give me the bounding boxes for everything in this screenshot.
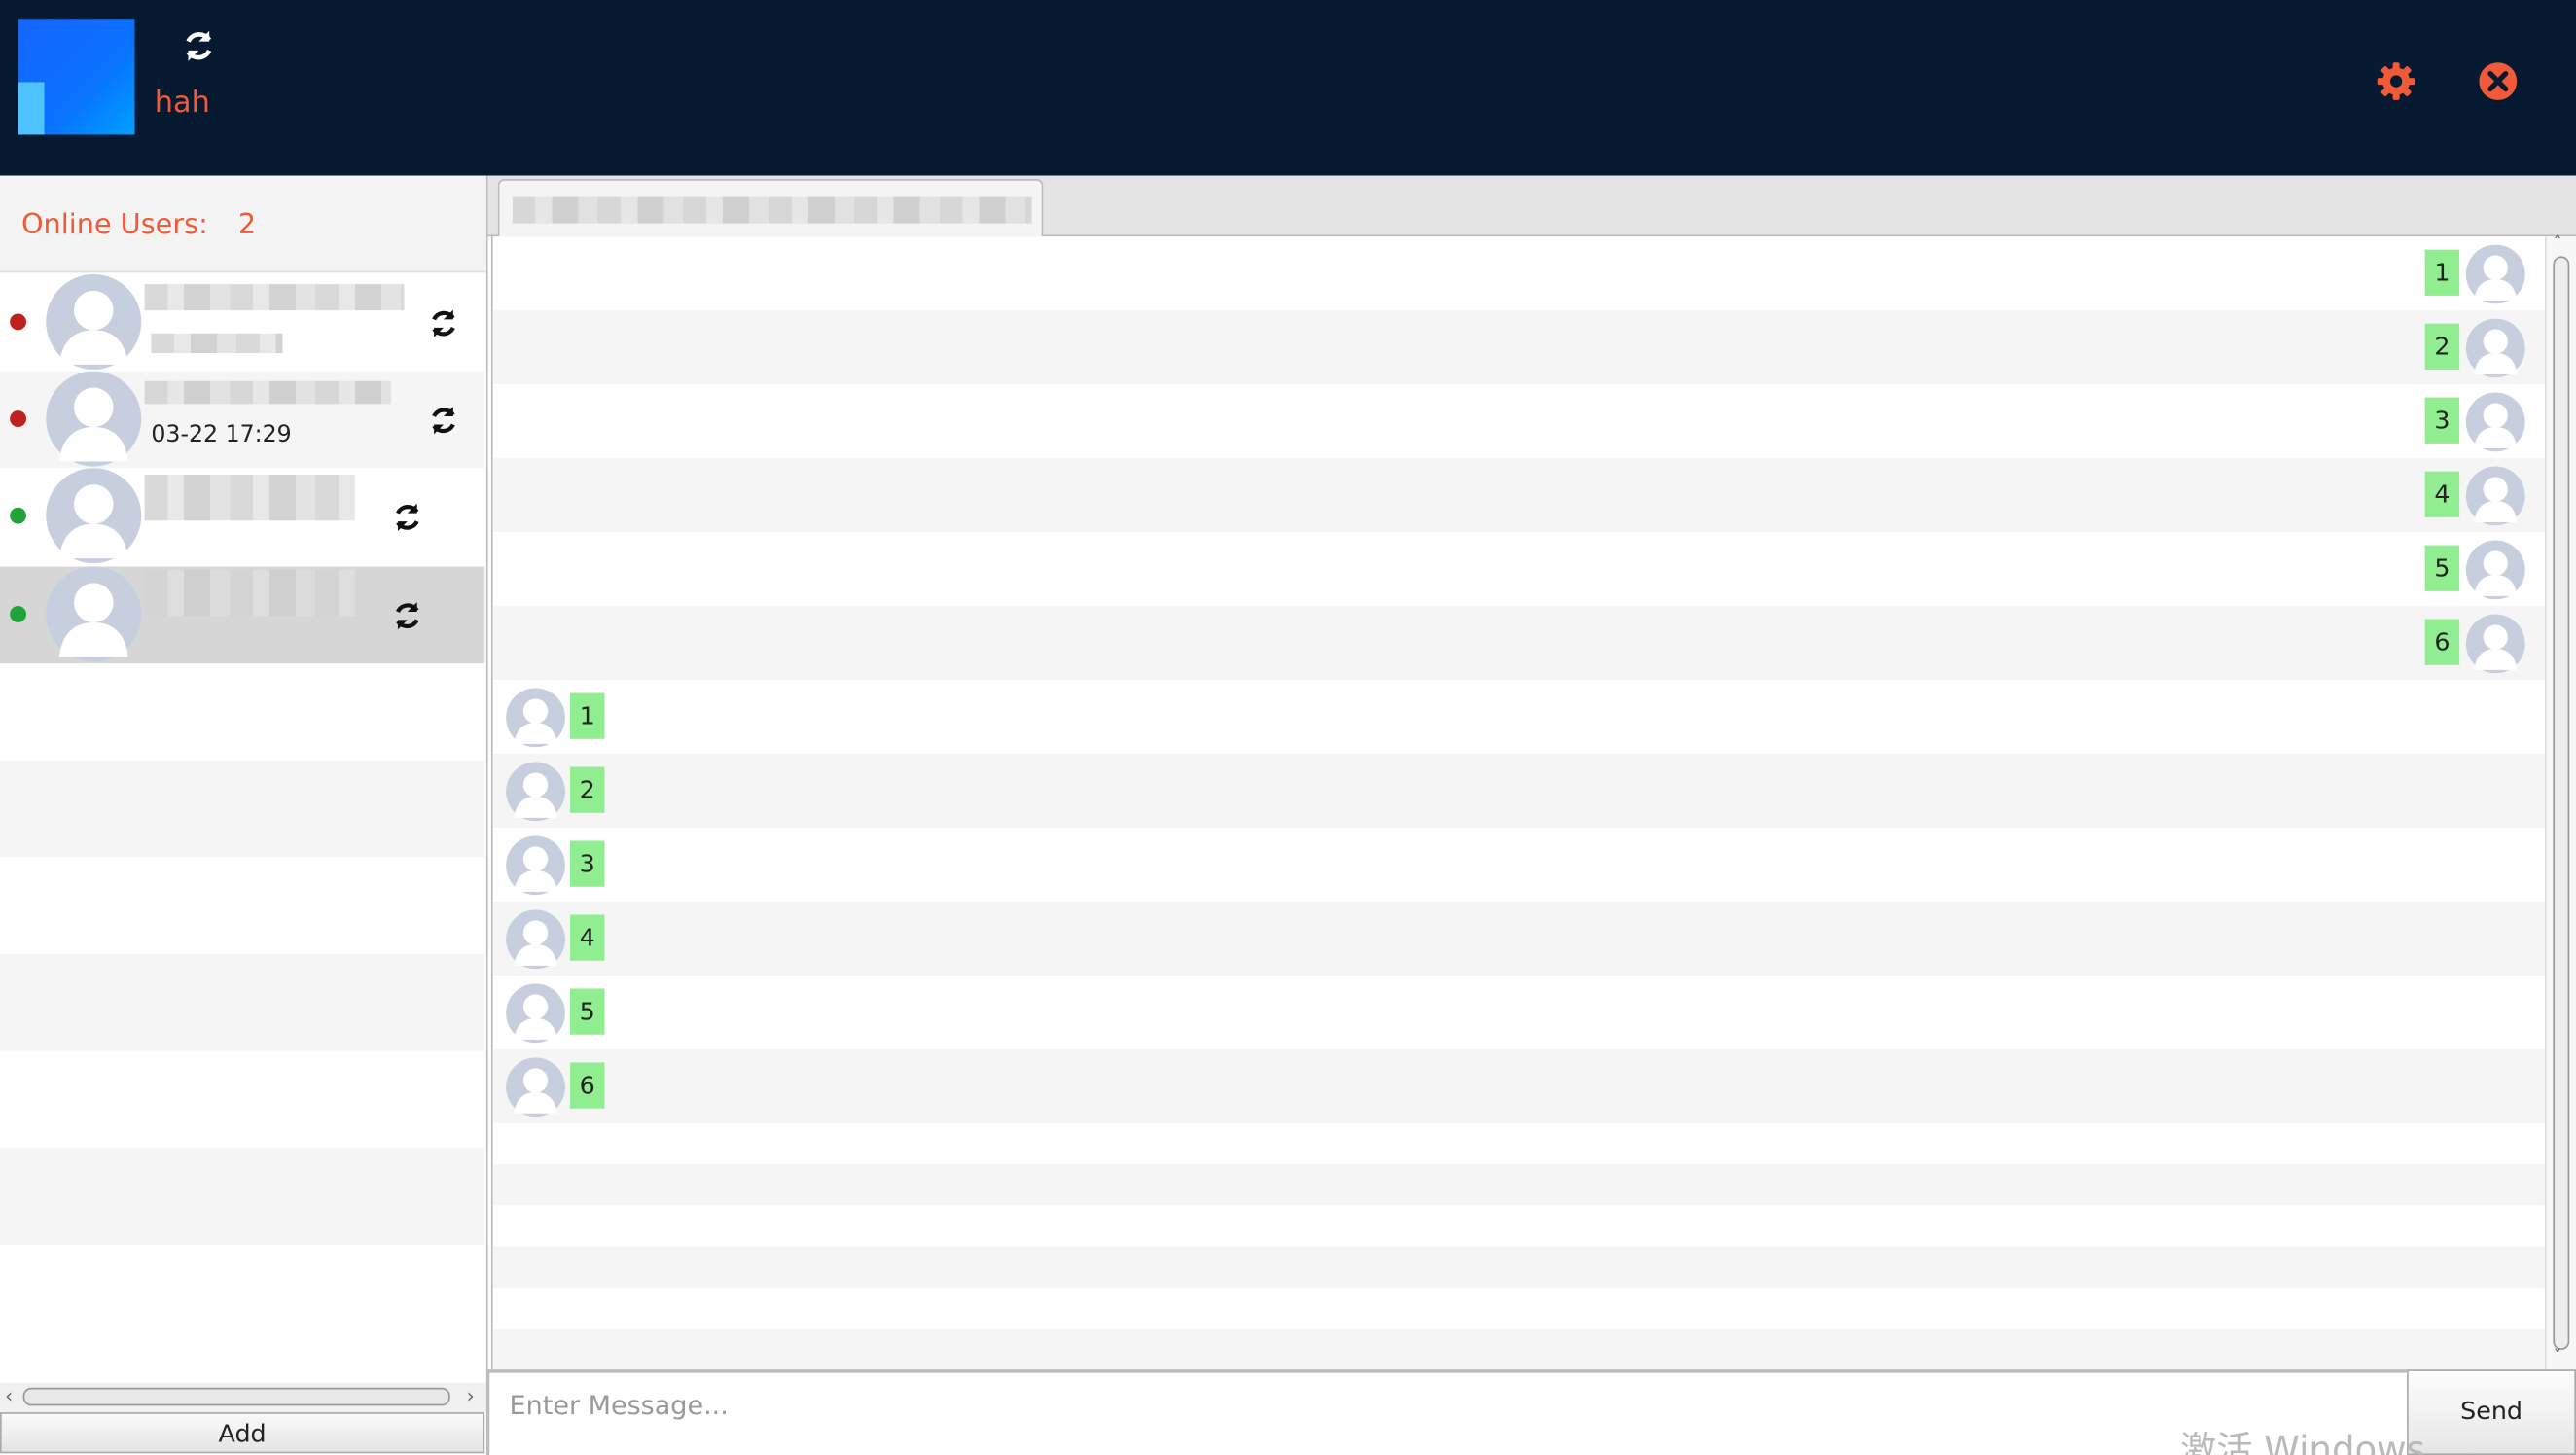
app-window: hah Online Users: 2 03-22 17:29 ‹ › Add … [0, 0, 2576, 1455]
sender-avatar-icon [2465, 614, 2525, 674]
message-input[interactable] [506, 1384, 2386, 1424]
online-status-dot [10, 606, 27, 622]
message-bubble: 2 [2424, 323, 2460, 370]
contact-avatar-icon [506, 983, 565, 1044]
user-last-seen: 03-22 17:29 [151, 421, 292, 448]
vertical-scrollbar[interactable]: ˆ ˇ [2544, 233, 2576, 1370]
sent-message: 6 [493, 606, 2547, 680]
send-button[interactable]: Send [2407, 1369, 2576, 1455]
user-avatar-icon [46, 468, 142, 564]
sender-avatar-icon [2465, 466, 2525, 526]
sender-avatar-icon [2465, 540, 2525, 600]
refresh-icon[interactable] [391, 501, 424, 534]
message-input-area [487, 1369, 2409, 1455]
list-stripe [0, 1148, 485, 1245]
received-message: 6 [493, 1049, 2547, 1123]
message-bubble: 1 [2424, 249, 2460, 296]
contact-avatar-icon [506, 688, 565, 748]
scrollbar-thumb[interactable] [2553, 256, 2570, 1350]
contact-avatar-icon [506, 909, 565, 970]
message-bubble: 6 [2424, 619, 2460, 665]
user-list-item[interactable]: 03-22 17:29 [0, 371, 485, 469]
online-users-bar: Online Users: 2 [0, 175, 486, 273]
user-avatar-icon [46, 273, 142, 370]
windows-activation-watermark: 激活 Windows [2180, 1430, 2426, 1455]
blurred-tab-title [512, 196, 1032, 224]
scroll-left-icon[interactable]: ‹ [5, 1384, 13, 1407]
horizontal-scrollbar[interactable]: ‹ › [0, 1382, 486, 1413]
online-status-dot [10, 507, 27, 524]
received-message: 1 [493, 680, 2547, 754]
sender-avatar-icon [2465, 244, 2525, 304]
sent-message: 4 [493, 458, 2547, 532]
gear-icon[interactable] [2376, 60, 2416, 101]
blurred-username [144, 569, 355, 617]
sender-avatar-icon [2465, 392, 2525, 452]
received-message: 4 [493, 902, 2547, 976]
scrollbar-thumb[interactable] [22, 1387, 450, 1406]
sent-message: 3 [493, 384, 2547, 458]
online-users-count: 2 [237, 208, 257, 242]
list-stripe [0, 1050, 485, 1149]
list-stripe [0, 760, 485, 858]
blurred-username [144, 284, 405, 311]
contact-avatar-icon [506, 762, 565, 822]
chat-tab-bar [487, 175, 2576, 237]
user-list-item[interactable] [0, 273, 485, 372]
list-stripe [0, 663, 485, 761]
refresh-icon[interactable] [391, 599, 424, 632]
offline-status-dot [10, 313, 27, 331]
sender-avatar-icon [2465, 318, 2525, 378]
user-list-panel: Online Users: 2 03-22 17:29 ‹ › Add [0, 175, 488, 1455]
sent-message: 1 [493, 236, 2547, 310]
refresh-icon[interactable] [427, 404, 460, 437]
sent-message: 5 [493, 532, 2547, 606]
message-bubble: 3 [570, 840, 605, 887]
user-list-item[interactable] [0, 468, 485, 565]
message-bubble: 4 [570, 914, 605, 961]
close-icon[interactable] [2478, 60, 2519, 101]
scroll-up-icon[interactable]: ˆ [2553, 233, 2561, 255]
message-bubble: 6 [570, 1062, 605, 1109]
list-stripe [0, 1244, 485, 1342]
user-logo-avatar[interactable] [18, 19, 135, 135]
message-bubble: 4 [2424, 471, 2460, 517]
contact-avatar-icon [506, 835, 565, 896]
message-bubble: 1 [570, 692, 605, 739]
received-message: 3 [493, 828, 2547, 902]
offline-status-dot [10, 410, 27, 428]
list-stripe [0, 857, 485, 955]
contact-avatar-icon [506, 1057, 565, 1118]
message-bubble: 5 [570, 988, 605, 1035]
message-bubble: 2 [570, 766, 605, 813]
scroll-down-icon[interactable]: ˇ [2553, 1347, 2561, 1368]
message-bubble: 5 [2424, 545, 2460, 591]
user-avatar-icon [46, 566, 142, 662]
add-button[interactable]: Add [0, 1412, 485, 1454]
blurred-username [144, 380, 391, 405]
message-bubble: 3 [2424, 397, 2460, 444]
received-message: 2 [493, 754, 2547, 828]
chat-panel: 1 2 3 4 5 6 1 2 3 4 5 6 ˆ ˇ Enter Messag… [487, 175, 2576, 1455]
header-bar: hah [0, 0, 2576, 176]
received-message: 5 [493, 976, 2547, 1049]
scroll-right-icon[interactable]: › [467, 1384, 475, 1407]
user-list-item-selected[interactable] [0, 566, 485, 664]
blurred-username [144, 474, 355, 521]
online-users-label: Online Users: [20, 208, 208, 242]
refresh-icon[interactable] [181, 28, 217, 64]
chat-tab[interactable] [497, 179, 1044, 237]
username-label: hah [154, 85, 210, 121]
refresh-icon[interactable] [427, 307, 460, 340]
list-stripe [0, 954, 485, 1051]
sent-message: 2 [493, 310, 2547, 384]
user-avatar-icon [46, 371, 142, 467]
message-list: 1 2 3 4 5 6 1 2 3 4 5 6 [490, 236, 2547, 1370]
blurred-detail [151, 333, 283, 354]
